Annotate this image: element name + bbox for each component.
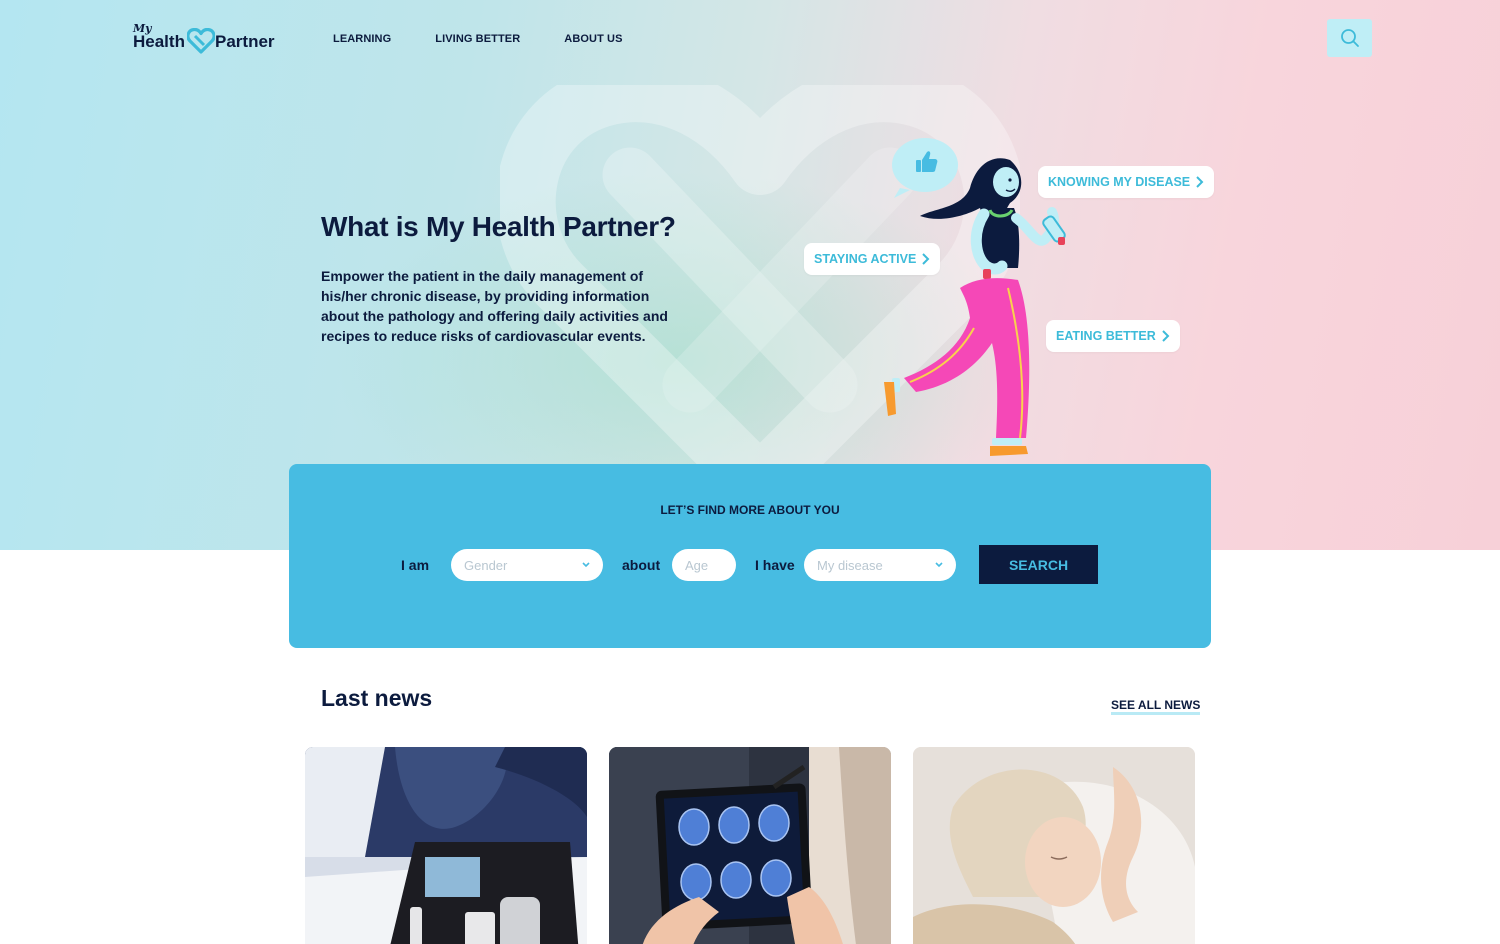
logo-heart-icon — [187, 28, 215, 54]
bubble-label: EATING BETTER — [1056, 329, 1156, 343]
label-i-am: I am — [401, 557, 430, 573]
brain-scan-tablet-photo — [609, 747, 891, 944]
diabetes-kit-photo — [305, 747, 587, 944]
news-card[interactable] — [305, 747, 587, 944]
gender-select[interactable]: Gender — [451, 549, 603, 581]
disease-select[interactable]: My disease — [804, 549, 956, 581]
age-input[interactable]: Age — [672, 549, 736, 581]
news-card[interactable] — [609, 747, 891, 944]
hero-description: Empower the patient in the daily managem… — [321, 268, 668, 344]
logo-health-text: Health — [133, 32, 185, 51]
site-logo[interactable]: My Health Partner — [133, 22, 283, 56]
see-all-news-link[interactable]: SEE ALL NEWS — [1111, 698, 1201, 715]
logo-partner-text: Partner — [215, 32, 275, 51]
nav-item-learning[interactable]: LEARNING — [333, 33, 391, 45]
finder-title: LET’S FIND MORE ABOUT YOU — [660, 503, 840, 517]
bubble-staying-active[interactable]: STAYING ACTIVE — [804, 243, 941, 275]
bubble-label: STAYING ACTIVE — [814, 252, 917, 266]
search-icon — [1340, 29, 1359, 47]
label-i-have: I have — [755, 557, 795, 573]
bubble-eating-better[interactable]: EATING BETTER — [1046, 320, 1180, 352]
nav-item-living-better[interactable]: LIVING BETTER — [435, 33, 520, 45]
news-card[interactable] — [913, 747, 1195, 944]
chevron-right-icon — [1162, 330, 1170, 342]
label-about: about — [622, 557, 661, 573]
chevron-right-icon — [922, 253, 930, 265]
disease-placeholder: My disease — [817, 557, 883, 573]
sleeping-woman-photo — [913, 747, 1195, 944]
gender-placeholder: Gender — [464, 557, 508, 573]
chevron-right-icon — [1196, 176, 1204, 188]
news-section-title: Last news — [321, 685, 433, 711]
main-nav: LEARNING LIVING BETTER ABOUT US — [333, 33, 623, 45]
header-search-button[interactable] — [1327, 19, 1372, 57]
page: My Health Partner LEARNING LIVING BETTER… — [0, 0, 1500, 944]
chevron-down-icon — [935, 562, 943, 568]
bubble-knowing-my-disease[interactable]: KNOWING MY DISEASE — [1038, 166, 1215, 198]
search-button[interactable]: SEARCH — [979, 545, 1098, 584]
profile-finder: LET’S FIND MORE ABOUT YOU I am Gender ab… — [289, 464, 1211, 648]
chevron-down-icon — [582, 562, 590, 568]
nav-item-about-us[interactable]: ABOUT US — [564, 33, 622, 45]
bubble-label: KNOWING MY DISEASE — [1048, 175, 1191, 189]
hero-title: What is My Health Partner? — [321, 211, 676, 242]
age-placeholder: Age — [685, 557, 709, 573]
